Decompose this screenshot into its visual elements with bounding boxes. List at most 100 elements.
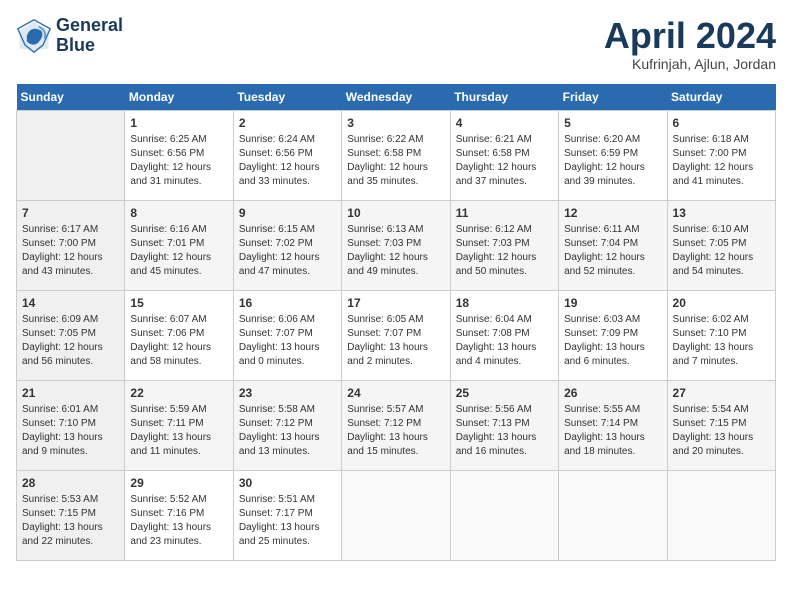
calendar-cell: 27Sunrise: 5:54 AM Sunset: 7:15 PM Dayli…: [667, 380, 775, 470]
page-header: General Blue April 2024 Kufrinjah, Ajlun…: [16, 16, 776, 72]
calendar-cell: [17, 110, 125, 200]
calendar-cell: 9Sunrise: 6:15 AM Sunset: 7:02 PM Daylig…: [233, 200, 341, 290]
day-info: Sunrise: 6:07 AM Sunset: 7:06 PM Dayligh…: [130, 313, 227, 369]
calendar-cell: 5Sunrise: 6:20 AM Sunset: 6:59 PM Daylig…: [559, 110, 667, 200]
calendar-cell: 6Sunrise: 6:18 AM Sunset: 7:00 PM Daylig…: [667, 110, 775, 200]
calendar-cell: 20Sunrise: 6:02 AM Sunset: 7:10 PM Dayli…: [667, 290, 775, 380]
day-info: Sunrise: 6:25 AM Sunset: 6:56 PM Dayligh…: [130, 133, 227, 189]
month-title: April 2024: [604, 16, 776, 56]
weekday-header-saturday: Saturday: [667, 84, 775, 111]
day-number: 8: [130, 205, 227, 222]
calendar-cell: 30Sunrise: 5:51 AM Sunset: 7:17 PM Dayli…: [233, 470, 341, 560]
weekday-header-row: SundayMondayTuesdayWednesdayThursdayFrid…: [17, 84, 776, 111]
calendar-cell: 1Sunrise: 6:25 AM Sunset: 6:56 PM Daylig…: [125, 110, 233, 200]
calendar-cell: 23Sunrise: 5:58 AM Sunset: 7:12 PM Dayli…: [233, 380, 341, 470]
day-number: 11: [456, 205, 553, 222]
day-number: 25: [456, 385, 553, 402]
day-info: Sunrise: 5:51 AM Sunset: 7:17 PM Dayligh…: [239, 493, 336, 549]
day-number: 22: [130, 385, 227, 402]
day-info: Sunrise: 6:17 AM Sunset: 7:00 PM Dayligh…: [22, 223, 119, 279]
day-info: Sunrise: 5:52 AM Sunset: 7:16 PM Dayligh…: [130, 493, 227, 549]
weekday-header-tuesday: Tuesday: [233, 84, 341, 111]
day-number: 20: [673, 295, 770, 312]
day-info: Sunrise: 6:02 AM Sunset: 7:10 PM Dayligh…: [673, 313, 770, 369]
day-number: 17: [347, 295, 444, 312]
calendar-cell: 15Sunrise: 6:07 AM Sunset: 7:06 PM Dayli…: [125, 290, 233, 380]
calendar-cell: 22Sunrise: 5:59 AM Sunset: 7:11 PM Dayli…: [125, 380, 233, 470]
calendar-week-3: 14Sunrise: 6:09 AM Sunset: 7:05 PM Dayli…: [17, 290, 776, 380]
day-number: 28: [22, 475, 119, 492]
calendar-cell: 25Sunrise: 5:56 AM Sunset: 7:13 PM Dayli…: [450, 380, 558, 470]
calendar-week-2: 7Sunrise: 6:17 AM Sunset: 7:00 PM Daylig…: [17, 200, 776, 290]
day-info: Sunrise: 6:12 AM Sunset: 7:03 PM Dayligh…: [456, 223, 553, 279]
day-number: 5: [564, 115, 661, 132]
day-info: Sunrise: 6:01 AM Sunset: 7:10 PM Dayligh…: [22, 403, 119, 459]
day-info: Sunrise: 5:59 AM Sunset: 7:11 PM Dayligh…: [130, 403, 227, 459]
day-info: Sunrise: 6:24 AM Sunset: 6:56 PM Dayligh…: [239, 133, 336, 189]
day-number: 26: [564, 385, 661, 402]
day-number: 21: [22, 385, 119, 402]
day-info: Sunrise: 6:18 AM Sunset: 7:00 PM Dayligh…: [673, 133, 770, 189]
calendar-week-4: 21Sunrise: 6:01 AM Sunset: 7:10 PM Dayli…: [17, 380, 776, 470]
weekday-header-sunday: Sunday: [17, 84, 125, 111]
day-info: Sunrise: 6:15 AM Sunset: 7:02 PM Dayligh…: [239, 223, 336, 279]
day-number: 29: [130, 475, 227, 492]
title-block: April 2024 Kufrinjah, Ajlun, Jordan: [604, 16, 776, 72]
weekday-header-wednesday: Wednesday: [342, 84, 450, 111]
day-number: 30: [239, 475, 336, 492]
calendar-cell: [559, 470, 667, 560]
day-info: Sunrise: 6:20 AM Sunset: 6:59 PM Dayligh…: [564, 133, 661, 189]
location: Kufrinjah, Ajlun, Jordan: [604, 56, 776, 72]
calendar-cell: [667, 470, 775, 560]
calendar-body: 1Sunrise: 6:25 AM Sunset: 6:56 PM Daylig…: [17, 110, 776, 560]
calendar-cell: 10Sunrise: 6:13 AM Sunset: 7:03 PM Dayli…: [342, 200, 450, 290]
day-number: 9: [239, 205, 336, 222]
day-info: Sunrise: 6:11 AM Sunset: 7:04 PM Dayligh…: [564, 223, 661, 279]
calendar-cell: 16Sunrise: 6:06 AM Sunset: 7:07 PM Dayli…: [233, 290, 341, 380]
calendar-cell: 2Sunrise: 6:24 AM Sunset: 6:56 PM Daylig…: [233, 110, 341, 200]
day-info: Sunrise: 5:56 AM Sunset: 7:13 PM Dayligh…: [456, 403, 553, 459]
calendar-cell: 3Sunrise: 6:22 AM Sunset: 6:58 PM Daylig…: [342, 110, 450, 200]
calendar-cell: 17Sunrise: 6:05 AM Sunset: 7:07 PM Dayli…: [342, 290, 450, 380]
day-number: 27: [673, 385, 770, 402]
day-info: Sunrise: 5:55 AM Sunset: 7:14 PM Dayligh…: [564, 403, 661, 459]
weekday-header-friday: Friday: [559, 84, 667, 111]
calendar-cell: 29Sunrise: 5:52 AM Sunset: 7:16 PM Dayli…: [125, 470, 233, 560]
calendar-week-1: 1Sunrise: 6:25 AM Sunset: 6:56 PM Daylig…: [17, 110, 776, 200]
day-number: 7: [22, 205, 119, 222]
calendar-cell: 12Sunrise: 6:11 AM Sunset: 7:04 PM Dayli…: [559, 200, 667, 290]
calendar-cell: 8Sunrise: 6:16 AM Sunset: 7:01 PM Daylig…: [125, 200, 233, 290]
calendar-cell: 26Sunrise: 5:55 AM Sunset: 7:14 PM Dayli…: [559, 380, 667, 470]
calendar-week-5: 28Sunrise: 5:53 AM Sunset: 7:15 PM Dayli…: [17, 470, 776, 560]
day-number: 19: [564, 295, 661, 312]
logo-icon: [16, 18, 52, 54]
day-number: 12: [564, 205, 661, 222]
day-number: 3: [347, 115, 444, 132]
day-info: Sunrise: 6:05 AM Sunset: 7:07 PM Dayligh…: [347, 313, 444, 369]
logo-text: General Blue: [56, 16, 123, 56]
calendar-cell: 14Sunrise: 6:09 AM Sunset: 7:05 PM Dayli…: [17, 290, 125, 380]
day-number: 16: [239, 295, 336, 312]
day-number: 6: [673, 115, 770, 132]
weekday-header-thursday: Thursday: [450, 84, 558, 111]
day-number: 1: [130, 115, 227, 132]
day-number: 15: [130, 295, 227, 312]
weekday-header-monday: Monday: [125, 84, 233, 111]
calendar-table: SundayMondayTuesdayWednesdayThursdayFrid…: [16, 84, 776, 561]
calendar-cell: 19Sunrise: 6:03 AM Sunset: 7:09 PM Dayli…: [559, 290, 667, 380]
day-info: Sunrise: 5:54 AM Sunset: 7:15 PM Dayligh…: [673, 403, 770, 459]
day-number: 2: [239, 115, 336, 132]
calendar-cell: [450, 470, 558, 560]
day-info: Sunrise: 6:04 AM Sunset: 7:08 PM Dayligh…: [456, 313, 553, 369]
calendar-cell: 28Sunrise: 5:53 AM Sunset: 7:15 PM Dayli…: [17, 470, 125, 560]
calendar-cell: 24Sunrise: 5:57 AM Sunset: 7:12 PM Dayli…: [342, 380, 450, 470]
day-info: Sunrise: 6:03 AM Sunset: 7:09 PM Dayligh…: [564, 313, 661, 369]
calendar-cell: 4Sunrise: 6:21 AM Sunset: 6:58 PM Daylig…: [450, 110, 558, 200]
day-number: 18: [456, 295, 553, 312]
calendar-cell: 7Sunrise: 6:17 AM Sunset: 7:00 PM Daylig…: [17, 200, 125, 290]
day-number: 4: [456, 115, 553, 132]
day-info: Sunrise: 6:09 AM Sunset: 7:05 PM Dayligh…: [22, 313, 119, 369]
day-info: Sunrise: 6:21 AM Sunset: 6:58 PM Dayligh…: [456, 133, 553, 189]
day-info: Sunrise: 5:53 AM Sunset: 7:15 PM Dayligh…: [22, 493, 119, 549]
day-info: Sunrise: 5:58 AM Sunset: 7:12 PM Dayligh…: [239, 403, 336, 459]
